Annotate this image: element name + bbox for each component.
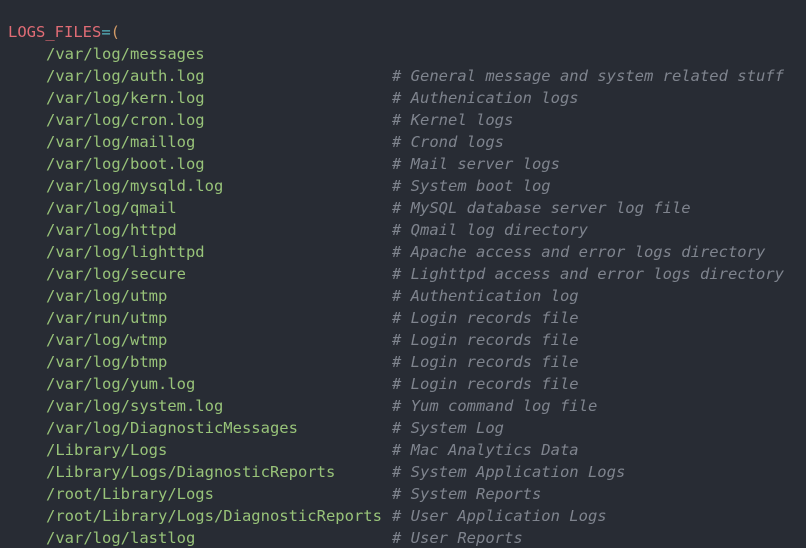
code-line: /root/Library/Logs/DiagnosticReports # U…: [0, 483, 806, 547]
code-line: /var/log/boot.log # System boot log: [0, 131, 806, 195]
code-line: /var/log/wtmp # Login records file: [0, 307, 806, 371]
code-line-declaration: LOGS_FILES=(: [0, 0, 806, 41]
code-line: /var/log/secure # Authentication log: [0, 241, 806, 305]
code-line: /var/log/auth.log # Authenication logs: [0, 43, 806, 107]
code-line: /Library/Logs/DiagnosticReports # System…: [0, 439, 806, 503]
code-line: /var/log/btmp # Login records file: [0, 329, 806, 393]
code-line: /var/log/utmp # Login records file: [0, 263, 806, 327]
code-line: /var/log/messages # General message and …: [0, 21, 806, 85]
code-line: /var/log/qmail # Qmail log directory: [0, 175, 806, 239]
code-line: /var/log/yum.log # Yum command log file: [0, 351, 806, 415]
code-line: /var/log/lighttpd # Lighttpd access and …: [0, 219, 806, 283]
code-line: /var/log/mysqld.log # MySQL database ser…: [0, 153, 806, 217]
code-line: /var/log/system.log # System Log: [0, 373, 806, 437]
code-line: /root/Library/Logs # User Application Lo…: [0, 461, 806, 525]
code-line: /var/log/httpd # Apache access and error…: [0, 197, 806, 261]
code-editor[interactable]: LOGS_FILES=( /var/log/messages # General…: [0, 0, 806, 548]
code-line: /var/log/DiagnosticMessages # Mac Analyt…: [0, 395, 806, 459]
code-line: /var/run/utmp # Login records file: [0, 285, 806, 349]
code-line: /var/log/kern.log # Kernel logs: [0, 65, 806, 129]
code-line: /Library/Logs # System Application Logs: [0, 417, 806, 481]
code-line: /var/log/maillog # Mail server logs: [0, 109, 806, 173]
code-line: /var/log/cron.log # Crond logs: [0, 87, 806, 151]
code-line-close: ): [0, 526, 806, 548]
code-line: /var/log/lastlog: [0, 505, 806, 547]
